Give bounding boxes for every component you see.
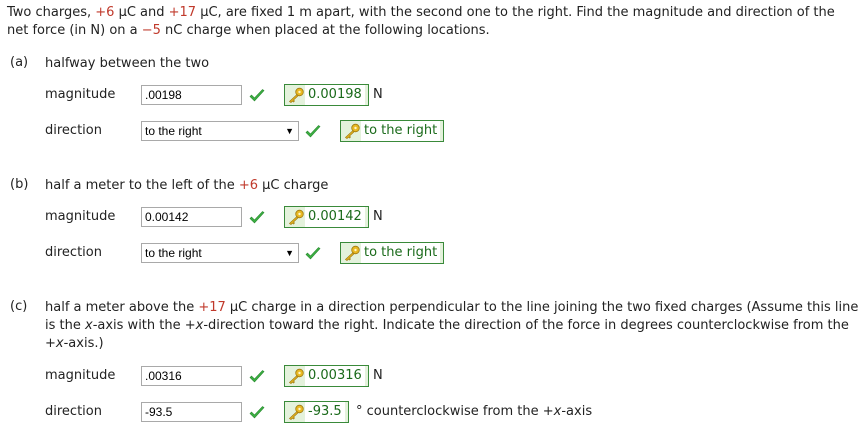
part-c-direction-label: direction bbox=[45, 404, 102, 419]
part-b-direction-answer: to the right bbox=[340, 242, 445, 264]
checkmark-icon bbox=[305, 247, 321, 261]
key-icon[interactable] bbox=[287, 404, 305, 420]
chevron-down-icon: ▼ bbox=[285, 126, 294, 136]
checkmark-icon bbox=[249, 370, 265, 384]
key-icon[interactable] bbox=[343, 123, 361, 139]
part-a-magnitude-label: magnitude bbox=[45, 87, 116, 102]
part-c-direction-unit: ° counterclockwise from the +x-axis bbox=[356, 404, 593, 419]
part-a-direction-select[interactable]: to the right ▼ bbox=[141, 121, 299, 141]
checkmark-icon bbox=[249, 89, 265, 103]
checkmark-icon bbox=[305, 125, 321, 139]
charge-value: −5 bbox=[141, 23, 161, 38]
part-a-direction-label: direction bbox=[45, 123, 102, 138]
part-c-direction-answer: -93.5 bbox=[284, 401, 349, 423]
part-a-magnitude-answer: 0.00198 bbox=[284, 84, 369, 106]
key-icon[interactable] bbox=[287, 368, 305, 384]
part-b-magnitude-unit: N bbox=[373, 209, 383, 224]
part-b-magnitude-label: magnitude bbox=[45, 209, 116, 224]
key-icon[interactable] bbox=[287, 209, 305, 225]
part-a-magnitude-input[interactable]: .00198 bbox=[141, 85, 242, 105]
part-b-direction-select[interactable]: to the right ▼ bbox=[141, 243, 299, 263]
part-b-magnitude-answer: 0.00142 bbox=[284, 206, 369, 228]
part-c-direction-input[interactable]: -93.5 bbox=[141, 402, 242, 422]
part-a-text: halfway between the two bbox=[45, 56, 210, 71]
part-c-magnitude-input[interactable]: .00316 bbox=[141, 366, 242, 386]
part-a-magnitude-unit: N bbox=[373, 87, 383, 102]
part-b-direction-label: direction bbox=[45, 245, 102, 260]
part-c-text: half a meter above the +17 μC charge in … bbox=[45, 300, 859, 351]
part-a-direction-answer: to the right bbox=[340, 120, 445, 142]
checkmark-icon bbox=[249, 406, 265, 420]
chevron-down-icon: ▼ bbox=[285, 248, 294, 258]
part-c-magnitude-answer: 0.00316 bbox=[284, 365, 369, 387]
part-c-magnitude-unit: N bbox=[373, 368, 383, 383]
part-b-magnitude-input[interactable]: 0.00142 bbox=[141, 207, 242, 227]
key-icon[interactable] bbox=[287, 87, 305, 103]
part-c-label: (c) bbox=[10, 299, 28, 314]
key-icon[interactable] bbox=[343, 245, 361, 261]
part-a-label: (a) bbox=[10, 55, 29, 70]
question-text: Two charges, +6 μC and +17 μC, are fixed… bbox=[7, 5, 835, 38]
charge-value: +6 bbox=[95, 5, 115, 20]
part-c-magnitude-label: magnitude bbox=[45, 368, 116, 383]
part-b-text: half a meter to the left of the +6 μC ch… bbox=[45, 178, 329, 193]
checkmark-icon bbox=[249, 211, 265, 225]
charge-value: +17 bbox=[168, 5, 197, 20]
part-b-label: (b) bbox=[10, 177, 29, 192]
